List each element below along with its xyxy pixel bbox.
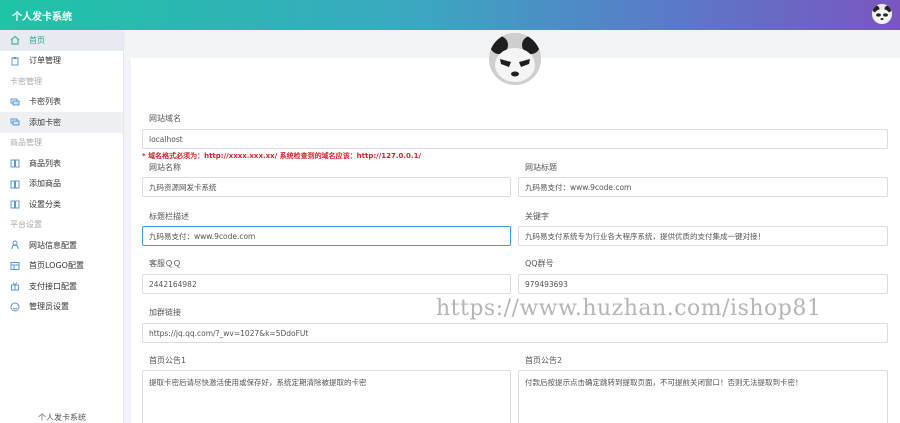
sidebar-item[interactable]: 网站信息配置 xyxy=(0,235,123,256)
panda-avatar-icon xyxy=(872,4,892,24)
sidebar-item-label: 设置分类 xyxy=(29,199,61,209)
book-add-icon xyxy=(10,180,20,189)
sidebar-item[interactable]: 卡密列表 xyxy=(0,92,123,113)
sidebar-item-label: 首页LOGO配置 xyxy=(29,261,84,271)
person-icon xyxy=(11,240,19,250)
category-icon xyxy=(10,200,20,209)
sidebar-item-label: 管理员设置 xyxy=(29,302,69,312)
sidebar-item-label: 添加卡密 xyxy=(29,117,61,127)
card-add-icon xyxy=(10,118,20,126)
sidebar-item[interactable]: 管理员设置 xyxy=(0,297,123,318)
top-bar: 个人发卡系统 xyxy=(0,0,900,30)
qq-label: 客服ＱＱ xyxy=(149,259,181,268)
qq-group-label: QQ群号 xyxy=(525,259,554,268)
sidebar-item-label: 订单管理 xyxy=(29,56,61,66)
smile-icon xyxy=(10,302,20,312)
panda-logo-icon xyxy=(489,33,541,85)
app-title: 个人发卡系统 xyxy=(12,12,72,23)
notice1-textarea[interactable]: 提取卡密后请尽快激活使用或保存好，系统定期清除被提取的卡密 xyxy=(142,370,511,423)
qq-input[interactable]: 2442164982 xyxy=(142,274,511,294)
sidebar-item[interactable]: 添加卡密 xyxy=(0,112,123,133)
site-logo xyxy=(489,33,541,85)
user-avatar[interactable] xyxy=(872,4,892,24)
sidebar: 首页订单管理卡密管理卡密列表添加卡密商品管理商品列表添加商品设置分类平台设置网站… xyxy=(0,30,124,423)
sidebar-item[interactable]: 设置分类 xyxy=(0,194,123,215)
notice1-label: 首页公告1 xyxy=(149,356,187,365)
watermark-text: https://www.huzhan.com/ishop81 xyxy=(436,296,822,321)
title-desc-label: 标题栏描述 xyxy=(149,212,189,221)
domain-label: 网站域名 xyxy=(149,114,181,123)
sidebar-item[interactable]: 首页 xyxy=(0,30,123,51)
sidebar-item[interactable]: 支付接口配置 xyxy=(0,276,123,297)
sidebar-item[interactable]: 添加商品 xyxy=(0,174,123,195)
site-name-label: 网站名称 xyxy=(149,163,181,172)
card-stack-icon xyxy=(10,98,20,106)
site-title-label: 网站标题 xyxy=(525,163,557,172)
domain-input[interactable]: localhost xyxy=(142,129,888,149)
keywords-input[interactable]: 九码易支付系统专为行业各大程序系统，提供优质的支付集成一键对接！ xyxy=(518,226,888,246)
notice2-label: 首页公告2 xyxy=(525,356,563,365)
site-title-input[interactable]: 九码易支付：www.9code.com xyxy=(518,177,888,197)
home-icon xyxy=(10,36,20,45)
site-name-input[interactable]: 九码资源网发卡系统 xyxy=(142,177,511,197)
notice2-textarea[interactable]: 付款后按提示点击确定跳转到提取页面，不可提前关闭窗口！否则无法提取到卡密！ xyxy=(518,370,888,423)
sidebar-item-label: 商品列表 xyxy=(29,158,61,168)
title-desc-input[interactable]: 九码易支付：www.9code.com xyxy=(142,226,511,246)
sidebar-section-label: 平台设置 xyxy=(10,220,42,230)
sidebar-section-label: 商品管理 xyxy=(10,138,42,148)
layout-icon xyxy=(10,261,20,270)
qq-group-input[interactable]: 979493693 xyxy=(518,274,888,294)
sidebar-item[interactable]: 商品列表 xyxy=(0,153,123,174)
domain-format-hint: * 域名格式必须为：http://xxxx.xxx.xx/ 系统检查到的域名应该… xyxy=(142,152,422,160)
sidebar-item-label: 卡密列表 xyxy=(29,97,61,107)
gift-icon xyxy=(11,282,19,291)
book-icon xyxy=(10,159,20,168)
sidebar-footer: 个人发卡系统 xyxy=(38,413,86,422)
group-link-input[interactable]: https://jq.qq.com/?_wv=1027&k=5DdoFUt xyxy=(142,323,888,343)
sidebar-section-label: 卡密管理 xyxy=(10,76,42,86)
sidebar-item-label: 支付接口配置 xyxy=(29,281,77,291)
keywords-label: 关键字 xyxy=(525,212,549,221)
group-link-label: 加群链接 xyxy=(149,308,181,317)
clipboard-icon xyxy=(11,56,19,66)
sidebar-nav: 首页订单管理卡密管理卡密列表添加卡密商品管理商品列表添加商品设置分类平台设置网站… xyxy=(0,30,123,317)
sidebar-item-label: 添加商品 xyxy=(29,179,61,189)
sidebar-item-label: 网站信息配置 xyxy=(29,240,77,250)
sidebar-item[interactable]: 首页LOGO配置 xyxy=(0,256,123,277)
sidebar-item[interactable]: 订单管理 xyxy=(0,51,123,72)
sidebar-item-label: 首页 xyxy=(29,35,45,45)
